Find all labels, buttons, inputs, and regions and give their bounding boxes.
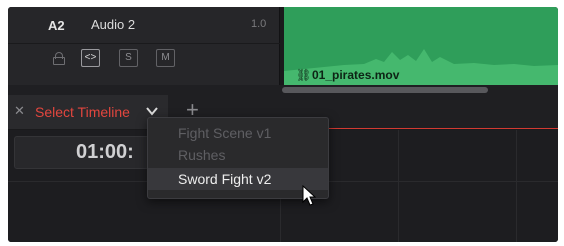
tab-label[interactable]: Select Timeline (35, 104, 130, 120)
track-header: A2 Audio 2 1.0 <> S M (8, 7, 280, 90)
tab-select-timeline[interactable]: ✕ Select Timeline (8, 95, 168, 129)
menu-item-rushes: Rushes (178, 147, 226, 163)
close-icon[interactable]: ✕ (14, 103, 25, 119)
link-icon: ⛓ (296, 68, 312, 82)
mouse-pointer-icon (302, 185, 316, 206)
lock-icon[interactable] (53, 52, 65, 65)
track-header-divider (8, 43, 280, 44)
grid-line (516, 130, 517, 242)
scrollbar-thumb[interactable] (282, 87, 488, 93)
auto-select-button[interactable]: <> (81, 49, 100, 67)
track-level: 1.0 (251, 18, 267, 30)
chevron-down-icon[interactable] (146, 106, 158, 116)
timecode: 01:00: (76, 141, 134, 163)
grid-line (398, 130, 399, 242)
menu-item-fight-scene-v1: Fight Scene v1 (178, 125, 272, 141)
track-name[interactable]: Audio 2 (91, 17, 135, 32)
track-id: A2 (48, 18, 65, 33)
mute-button[interactable]: M (156, 49, 175, 67)
editor-frame: A2 Audio 2 1.0 <> S M ⛓ 01_pirates.mov ✕… (8, 7, 558, 242)
clip-name: 01_pirates.mov (312, 68, 400, 82)
solo-button[interactable]: S (119, 49, 138, 67)
menu-item-sword-fight-v2[interactable]: Sword Fight v2 (148, 168, 328, 190)
audio-clip[interactable]: ⛓ 01_pirates.mov (284, 7, 558, 85)
